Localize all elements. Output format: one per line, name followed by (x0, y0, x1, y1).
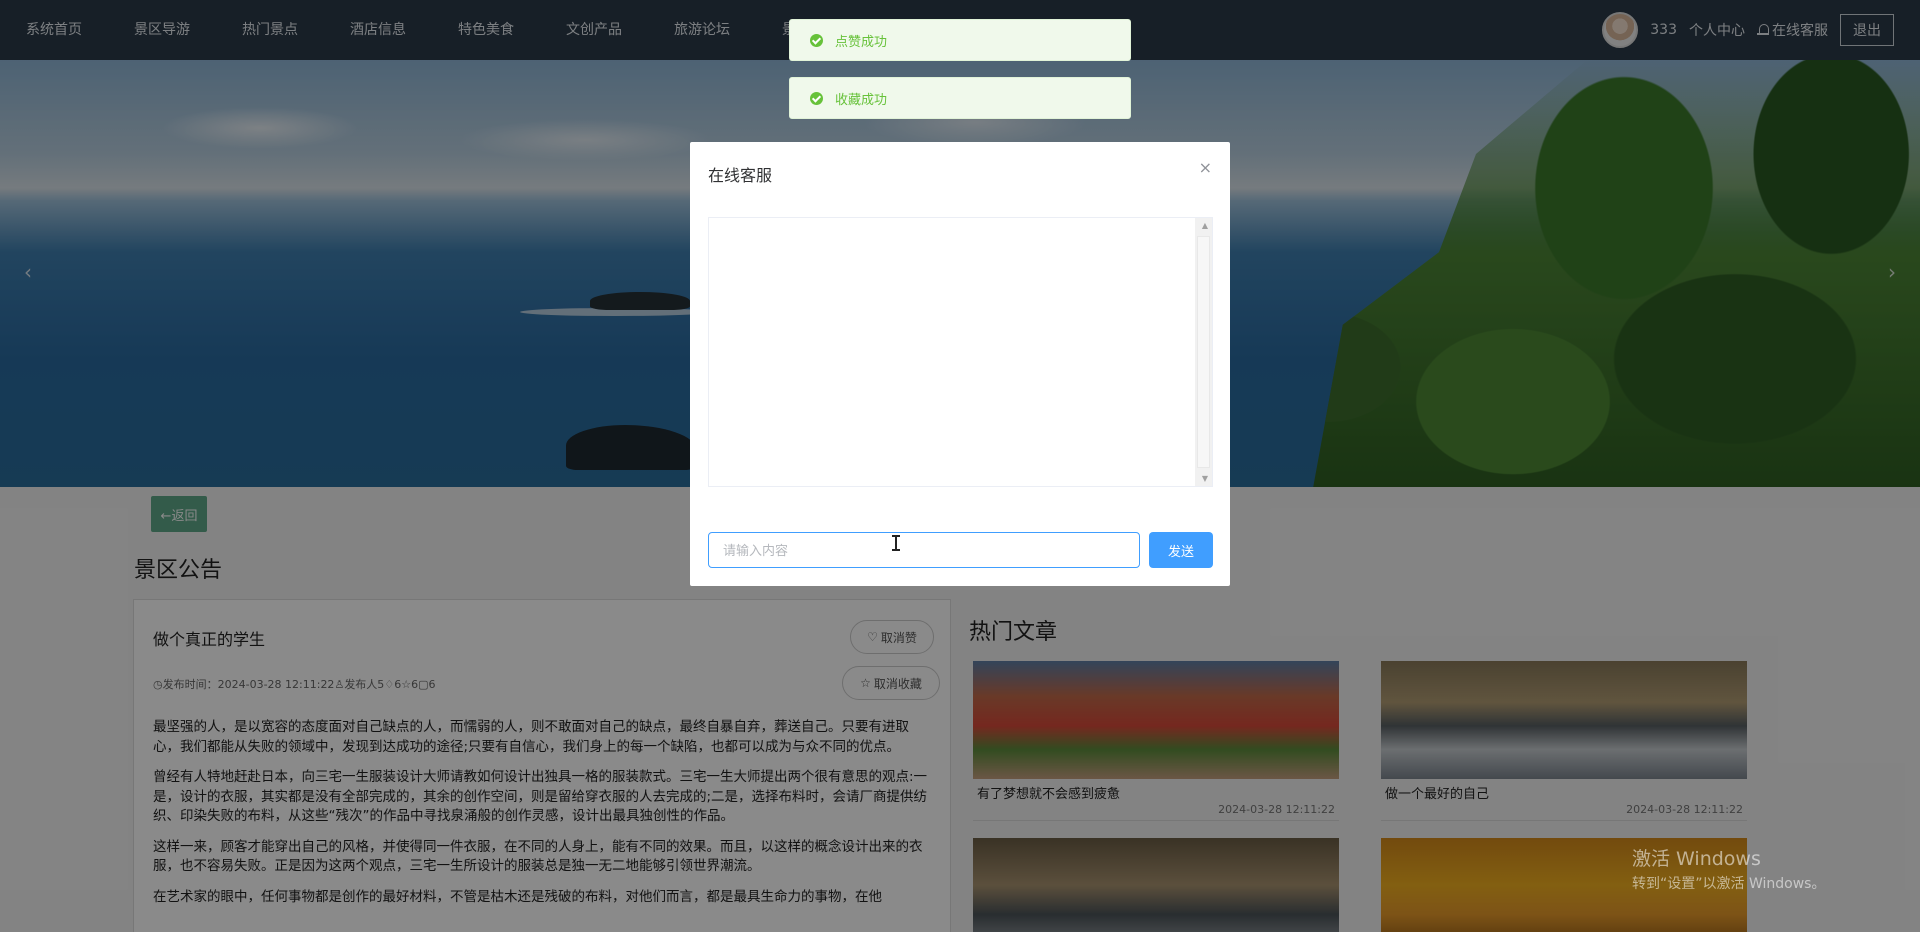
watermark-line: 转到“设置”以激活 Windows。 (1632, 876, 1826, 892)
close-icon[interactable]: × (1199, 158, 1212, 177)
windows-activation-watermark: 激活 Windows 转到“设置”以激活 Windows。 (1632, 844, 1825, 893)
scroll-up-icon[interactable]: ▲ (1202, 221, 1208, 230)
dialog-title: 在线客服 (708, 166, 773, 185)
message-input[interactable] (708, 532, 1140, 568)
scrollbar[interactable]: ▲ ▼ (1195, 218, 1212, 486)
toast-favorite-success: 收藏成功 (789, 77, 1131, 119)
online-service-dialog: 在线客服 × ▲ ▼ 发送 (690, 142, 1230, 586)
toast-message: 收藏成功 (835, 92, 888, 108)
chat-messages[interactable]: ▲ ▼ (708, 217, 1213, 487)
check-circle-icon (810, 33, 823, 47)
send-button[interactable]: 发送 (1149, 532, 1213, 568)
check-circle-icon (810, 91, 823, 105)
scrollbar-thumb[interactable] (1197, 236, 1210, 468)
text-cursor-icon (892, 535, 900, 551)
watermark-line: 激活 Windows (1632, 848, 1761, 870)
scroll-down-icon[interactable]: ▼ (1202, 474, 1208, 483)
toast-like-success: 点赞成功 (789, 19, 1131, 61)
toast-message: 点赞成功 (835, 34, 888, 50)
